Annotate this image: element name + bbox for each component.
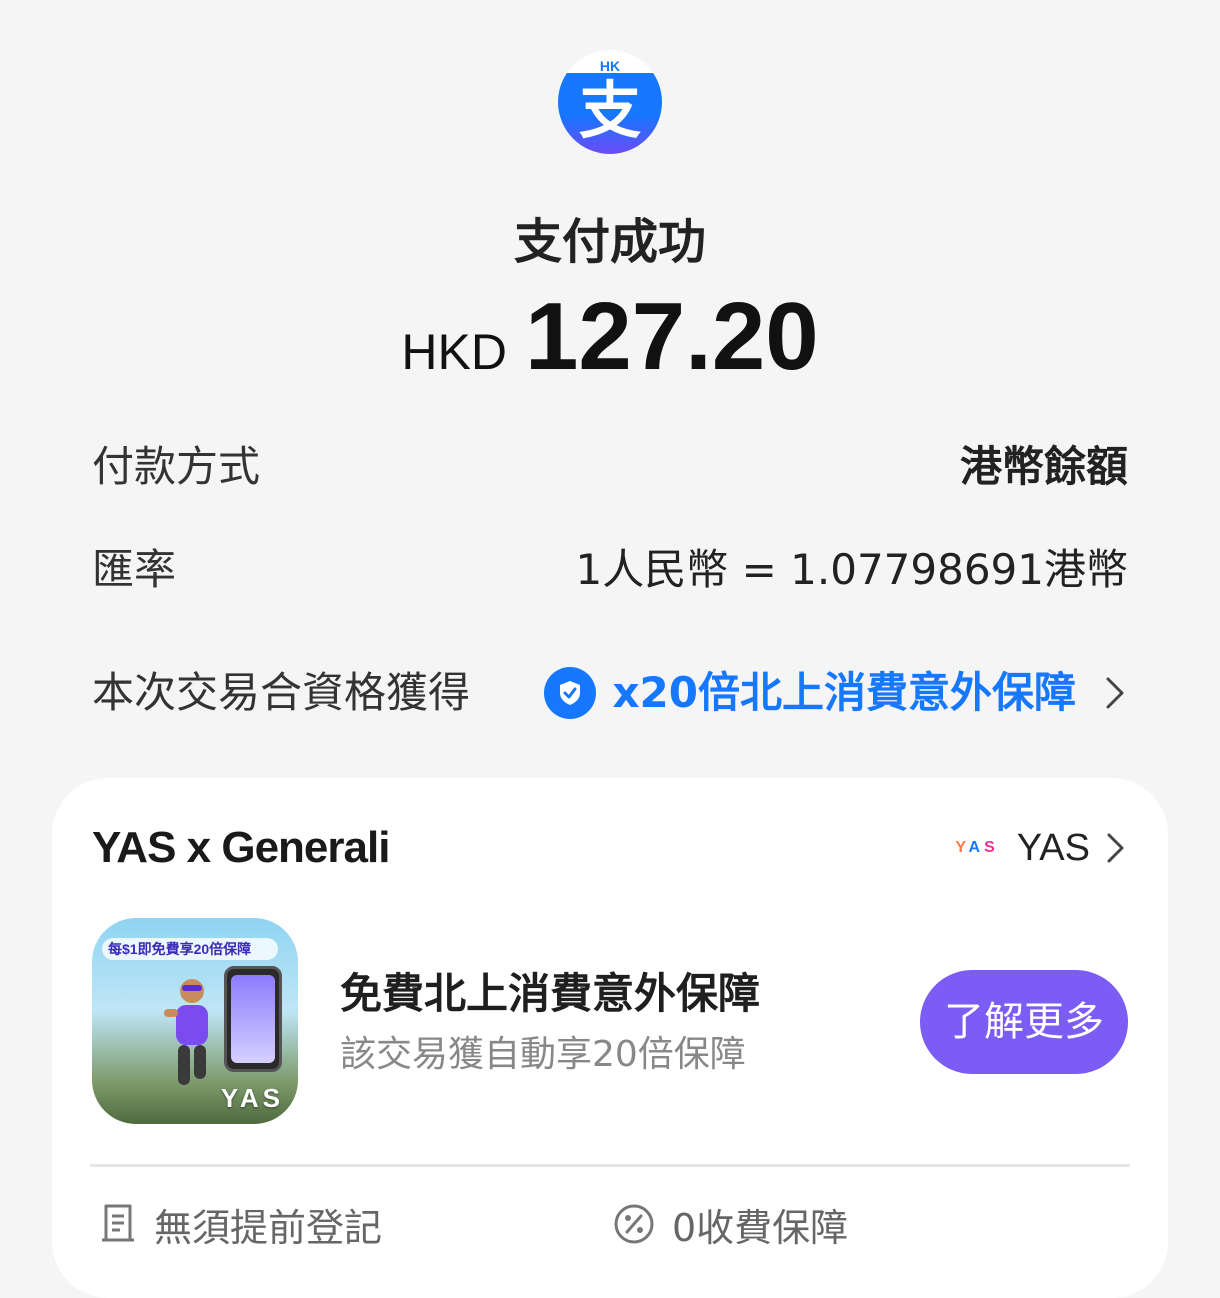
payment-method-row: 付款方式 港幣餘額 — [92, 432, 1128, 502]
feature-label: 0收費保障 — [672, 1205, 849, 1250]
yas-brand-link[interactable]: YAS YAS — [955, 820, 1128, 876]
card-divider — [90, 1164, 1130, 1167]
shield-check-icon — [544, 667, 597, 719]
exchange-rate-label: 匯率 — [92, 545, 177, 594]
promo-image[interactable]: 每$1即免費享20倍保障 YAS — [92, 918, 298, 1124]
exchange-rate-value: 1人民幣 = 1.07798691港幣 — [575, 545, 1128, 594]
insurance-promo-card: YAS x Generali YAS YAS 每$1即免費享20倍保障 YAS … — [52, 778, 1168, 1298]
reward-row[interactable]: 本次交易合資格獲得 x20倍北上消費意外保障 — [92, 658, 1128, 728]
reward-label: 本次交易合資格獲得 — [92, 668, 471, 717]
payment-success-title: 支付成功 — [513, 214, 706, 270]
reward-value: x20倍北上消費意外保障 — [612, 668, 1076, 717]
card-title: YAS x Generali — [92, 823, 390, 872]
currency-code: HKD — [401, 324, 507, 380]
amount-value: 127.20 — [524, 283, 819, 390]
receipt-icon — [102, 1204, 134, 1242]
alipay-zhi-icon: 支 — [578, 74, 641, 147]
brand-name: YAS — [1016, 826, 1090, 869]
reward-link[interactable]: x20倍北上消費意外保障 — [544, 658, 1128, 728]
promo-title: 免費北上消費意外保障 — [340, 969, 761, 1018]
person-illustration — [164, 979, 208, 1085]
alipayhk-logo: HK 支 — [558, 50, 662, 154]
percent-icon — [614, 1204, 654, 1244]
payment-method-value: 港幣餘額 — [959, 442, 1128, 491]
feature-label: 無須提前登記 — [154, 1205, 383, 1250]
yas-mini-logo: YAS — [955, 839, 999, 856]
learn-more-button[interactable]: 了解更多 — [920, 970, 1128, 1074]
promo-yas-mark: YAS — [220, 1083, 284, 1113]
feature-zero-fee: 0收費保障 — [612, 1196, 848, 1252]
exchange-rate-row: 匯率 1人民幣 = 1.07798691港幣 — [92, 535, 1128, 605]
promo-subtitle: 該交易獲自動享20倍保障 — [340, 1034, 746, 1075]
feature-no-registration: 無須提前登記 — [98, 1196, 382, 1252]
payment-method-label: 付款方式 — [92, 442, 261, 491]
chevron-right-icon — [1106, 677, 1124, 709]
payment-amount: HKD 127.20 — [0, 282, 1220, 419]
promo-banner: 每$1即免費享20倍保障 — [102, 938, 278, 960]
chevron-right-icon — [1107, 833, 1124, 863]
phone-illustration — [224, 966, 282, 1072]
